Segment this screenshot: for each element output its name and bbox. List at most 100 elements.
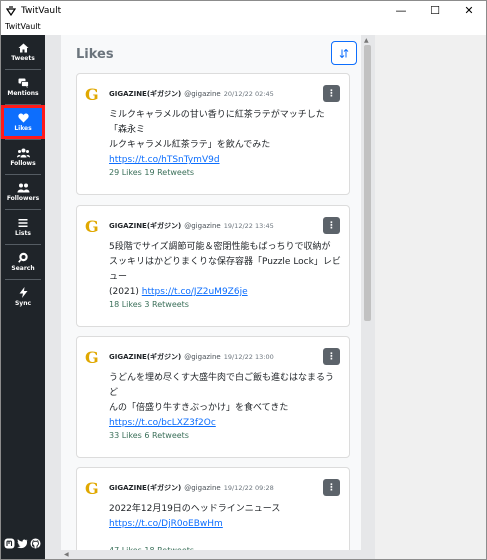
sidebar-item-label: Followers (6, 194, 40, 202)
scroll-up-icon[interactable]: ▲ (364, 37, 369, 44)
tweet-link[interactable]: https://t.co/JZ2uM9Z6je (142, 287, 248, 297)
tweet-line: うどんを埋め尽くす大盛牛肉で白ご飯も進むはなまるうど (109, 373, 335, 398)
search-icon (17, 252, 28, 263)
tweet-menu-button[interactable]: ⋮ (323, 217, 340, 234)
tweet-date: 19/12/22 13:45 (223, 222, 274, 230)
home-icon (18, 43, 28, 52)
gigazine-logo-icon[interactable]: G (84, 86, 100, 102)
social-links (4, 538, 41, 549)
horizontal-scrollbar[interactable]: ◀ ▶ (61, 550, 361, 559)
tweet-link-prefix: (2021) (109, 287, 142, 297)
sidebar-item-label: Search (11, 265, 35, 272)
lightning-icon (19, 287, 27, 298)
tweet-card: G GIGAZINE(ギガジン) @gigazine 19/12/22 13:00 … (76, 336, 350, 458)
tweet-date: 19/12/22 09:28 (223, 484, 274, 492)
more-vertical-icon: ⋮ (327, 88, 336, 99)
tweet-card: G GIGAZINE(ギガジン) @gigazine 19/12/22 09:28 … (76, 467, 350, 559)
sidebar-item-likes[interactable]: Likes (1, 105, 45, 139)
tweet-text: ミルクキャラメルの甘い香りに紅茶ラテがマッチした「森永ミ ルクキャラメル紅茶ラテ… (109, 108, 341, 168)
scroll-left-icon[interactable]: ◀ (64, 551, 69, 558)
twitter-icon[interactable] (17, 538, 28, 549)
app-window: TwitVault — ☐ ✕ TwitVault Tweets Mention… (0, 0, 487, 560)
more-vertical-icon: ⋮ (327, 351, 336, 362)
heart-icon (17, 113, 29, 122)
tweet-meta: GIGAZINE(ギガジン) @gigazine 19/12/22 13:45 (109, 221, 274, 231)
tweet-meta: GIGAZINE(ギガジン) @gigazine 19/12/22 13:00 (109, 352, 274, 362)
minimize-button[interactable]: — (384, 1, 418, 20)
tweet-link[interactable]: https://t.co/DjR0oEBwHm (109, 519, 223, 529)
tweet-stats: 29 Likes 19 Retweets (109, 168, 195, 177)
sidebar-item-label: Follows (10, 159, 36, 167)
author-handle[interactable]: @gigazine (184, 222, 220, 230)
more-vertical-icon: ⋮ (327, 220, 336, 231)
tweet-menu-button[interactable]: ⋮ (323, 479, 340, 496)
tweet-stats: 18 Likes 3 Retweets (109, 300, 189, 309)
sidebar-item-sync[interactable]: Sync (1, 280, 45, 314)
app-icon (6, 5, 16, 16)
sidebar-item-label: Mentions (7, 89, 39, 97)
sidebar-item-lists[interactable]: Lists (1, 210, 45, 244)
sidebar: Tweets Mentions Likes Follows Followers … (1, 35, 45, 559)
tweet-card: G GIGAZINE(ギガジン) @gigazine 19/12/22 13:45 … (76, 205, 350, 327)
gigazine-logo-icon[interactable]: G (84, 480, 100, 496)
list-icon (18, 218, 28, 227)
more-vertical-icon: ⋮ (327, 482, 336, 493)
sidebar-item-label: Lists (15, 229, 31, 237)
svg-text:G: G (85, 349, 99, 365)
svg-text:G: G (85, 86, 99, 102)
tweet-line: ミルクキャラメルの甘い香りに紅茶ラテがマッチした「森永ミ (109, 110, 325, 135)
tweet-text: 5段階でサイズ調節可能＆密閉性能もばっちりで収納が スッキリはかどりまくりな保存… (109, 240, 341, 300)
author-name[interactable]: GIGAZINE(ギガジン) (109, 353, 181, 361)
tweet-date: 20/12/22 02:45 (223, 90, 274, 98)
sort-icon (339, 48, 349, 58)
tweet-text: うどんを埋め尽くす大盛牛肉で白ご飯も進むはなまるうど んの「倍盛り牛すきぶっかけ… (109, 371, 341, 431)
tweet-menu-button[interactable]: ⋮ (323, 85, 340, 102)
window-title: TwitVault (21, 5, 62, 16)
gigazine-logo-icon[interactable]: G (84, 218, 100, 234)
author-name[interactable]: GIGAZINE(ギガジン) (109, 90, 181, 98)
author-name[interactable]: GIGAZINE(ギガジン) (109, 222, 181, 230)
maximize-button[interactable]: ☐ (418, 1, 452, 20)
tweet-meta: GIGAZINE(ギガジン) @gigazine 19/12/22 09:28 (109, 483, 274, 493)
people-icon (16, 148, 30, 157)
tweet-link[interactable]: https://t.co/bcLXZ3f2Oc (109, 418, 216, 428)
sidebar-item-label: Likes (14, 124, 32, 132)
author-handle[interactable]: @gigazine (184, 353, 220, 361)
close-button[interactable]: ✕ (452, 1, 486, 20)
tweet-link[interactable]: https://t.co/hTSnTymV9d (109, 155, 220, 165)
tweet-line: ルクキャラメル紅茶ラテ」を飲んでみた (109, 140, 271, 150)
sidebar-item-follows[interactable]: Follows (1, 140, 45, 174)
chat-icon (18, 78, 29, 88)
svg-text:G: G (85, 218, 99, 234)
title-bar: TwitVault — ☐ ✕ (1, 1, 486, 20)
sidebar-item-followers[interactable]: Followers (1, 175, 45, 209)
vertical-scrollbar[interactable]: ▲ (361, 35, 375, 559)
sidebar-item-tweets[interactable]: Tweets (1, 35, 45, 69)
author-name[interactable]: GIGAZINE(ギガジン) (109, 484, 181, 492)
mastodon-icon[interactable] (4, 538, 15, 549)
tweet-stats: 33 Likes 6 Retweets (109, 431, 189, 440)
tweet-text: 2022年12月19日のヘッドラインニュース https://t.co/DjR0… (109, 502, 341, 532)
tweet-date: 19/12/22 13:00 (223, 353, 274, 361)
people-icon (17, 183, 29, 192)
sidebar-item-mentions[interactable]: Mentions (1, 70, 45, 104)
github-icon[interactable] (30, 538, 41, 549)
menu-bar[interactable]: TwitVault (1, 20, 486, 34)
empty-area (375, 35, 486, 559)
tweet-line: んの「倍盛り牛すきぶっかけ」を食べてきた (109, 403, 289, 413)
tweet-meta: GIGAZINE(ギガジン) @gigazine 20/12/22 02:45 (109, 89, 274, 99)
sidebar-item-label: Tweets (11, 54, 35, 62)
author-handle[interactable]: @gigazine (184, 90, 220, 98)
page-title: Likes (76, 47, 114, 62)
sidebar-item-search[interactable]: Search (1, 245, 45, 279)
gigazine-logo-icon[interactable]: G (84, 349, 100, 365)
scrollbar-thumb[interactable] (364, 45, 371, 321)
svg-text:G: G (85, 480, 99, 496)
main-content: Likes G GIGAZINE(ギガジン) @gigazine 20/12/22 … (45, 35, 375, 559)
author-handle[interactable]: @gigazine (184, 484, 220, 492)
sidebar-item-label: Sync (14, 300, 32, 307)
sort-button[interactable] (331, 41, 357, 65)
tweet-card: G GIGAZINE(ギガジン) @gigazine 20/12/22 02:45 … (76, 73, 350, 195)
tweet-line: スッキリはかどりまくりな保存容器「Puzzle Lock」レビュー (109, 257, 341, 282)
tweet-menu-button[interactable]: ⋮ (323, 348, 340, 365)
